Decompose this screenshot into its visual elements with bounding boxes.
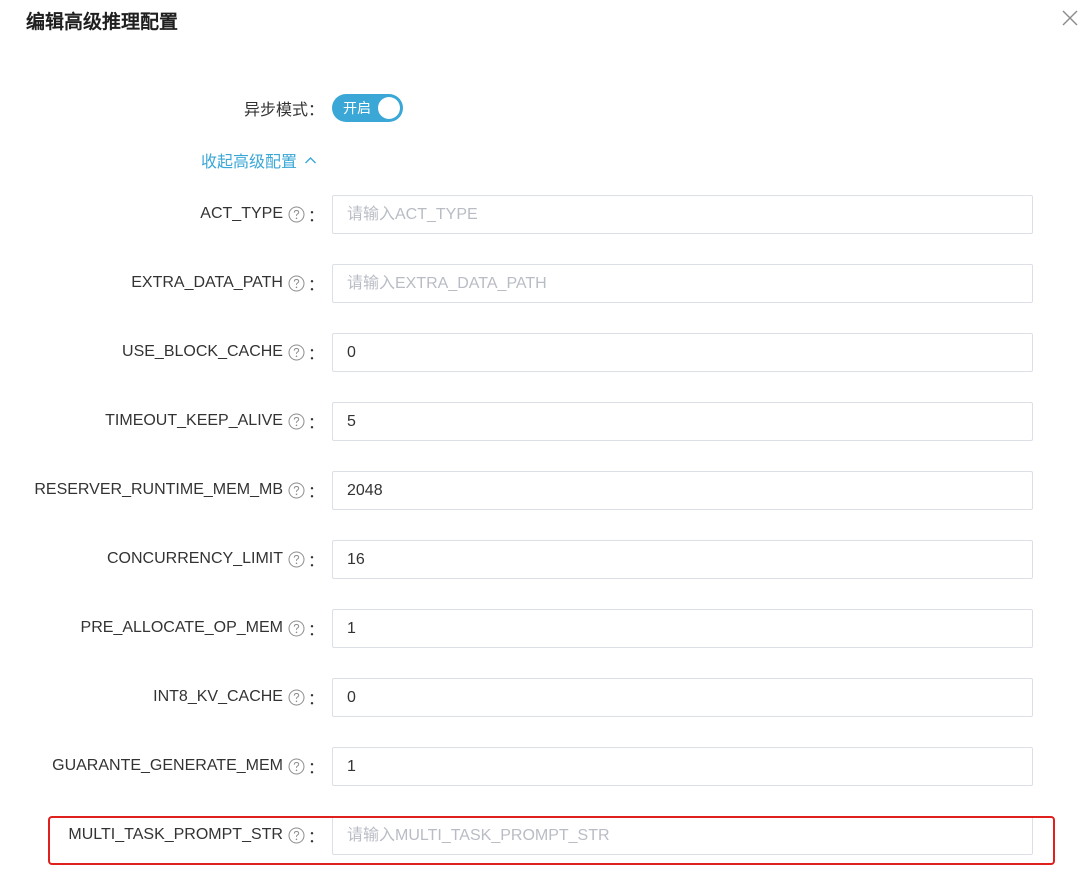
int8-kv-cache-input[interactable] [332, 678, 1033, 717]
reserver-runtime-mem-mb-input[interactable] [332, 471, 1033, 510]
config-field-label-concurrency-limit: CONCURRENCY_LIMIT [106, 550, 283, 567]
config-field-colon: ： [307, 622, 324, 639]
advanced-inference-config-dialog: 编辑高级推理配置 异步模式 ： 开启 收起高级配置 ACT_TYPE ： 请输入… [0, 0, 1080, 883]
help-circle-icon[interactable] [288, 413, 305, 430]
config-field-label-act-type: ACT_TYPE [200, 205, 283, 222]
config-field-label-multi-task-prompt-str: MULTI_TASK_PROMPT_STR [68, 826, 283, 843]
config-field-label-wrap: MULTI_TASK_PROMPT_STR ： [68, 816, 324, 854]
act-type-input[interactable] [332, 195, 1033, 234]
help-circle-icon[interactable] [288, 275, 305, 292]
dialog-title: 编辑高级推理配置 [26, 12, 179, 33]
collapse-advanced-link[interactable]: 收起高级配置 [201, 148, 317, 172]
config-field-colon: ： [307, 346, 324, 363]
config-field-colon: ： [307, 829, 324, 846]
timeout-keep-alive-input[interactable] [332, 402, 1033, 441]
config-field-label-timeout-keep-alive: TIMEOUT_KEEP_ALIVE [105, 412, 283, 429]
config-field-label-wrap: GUARANTE_GENERATE_MEM ： [52, 747, 324, 785]
config-field-label-wrap: USE_BLOCK_CACHE ： [122, 333, 324, 371]
config-field-label-wrap: EXTRA_DATA_PATH ： [131, 264, 324, 302]
config-field-label-extra-data-path: EXTRA_DATA_PATH [131, 274, 283, 291]
config-field-label-wrap: RESERVER_RUNTIME_MEM_MB ： [34, 471, 324, 509]
close-icon[interactable] [1060, 8, 1080, 28]
collapse-advanced-label: 收起高级配置 [201, 154, 298, 171]
config-field-label-wrap: TIMEOUT_KEEP_ALIVE ： [105, 402, 324, 440]
config-field-colon: ： [307, 691, 324, 708]
config-field-colon: ： [307, 277, 324, 294]
toggle-knob [378, 97, 400, 119]
async-mode-label-wrap: 异步模式 ： [244, 89, 324, 127]
use-block-cache-input[interactable] [332, 333, 1033, 372]
help-circle-icon[interactable] [288, 620, 305, 637]
config-field-label-int8-kv-cache: INT8_KV_CACHE [153, 688, 283, 705]
async-mode-colon: ： [307, 102, 324, 119]
config-field-colon: ： [307, 415, 324, 432]
config-field-label-wrap: ACT_TYPE ： [200, 195, 324, 233]
config-field-label-pre-allocate-op-mem: PRE_ALLOCATE_OP_MEM [80, 619, 283, 636]
async-mode-toggle-text: 开启 [343, 100, 371, 116]
multi-task-prompt-str-input[interactable] [332, 816, 1033, 855]
pre-allocate-op-mem-input[interactable] [332, 609, 1033, 648]
config-field-colon: ： [307, 484, 324, 501]
help-circle-icon[interactable] [288, 206, 305, 223]
config-field-label-wrap: PRE_ALLOCATE_OP_MEM ： [81, 609, 324, 647]
help-circle-icon[interactable] [288, 827, 305, 844]
config-field-label-guarante-generate-mem: GUARANTE_GENERATE_MEM [52, 757, 283, 774]
config-field-label-wrap: CONCURRENCY_LIMIT ： [107, 540, 324, 578]
chevron-up-icon [305, 156, 317, 163]
help-circle-icon[interactable] [288, 758, 305, 775]
help-circle-icon[interactable] [288, 482, 305, 499]
config-field-colon: ： [307, 208, 324, 225]
help-circle-icon[interactable] [288, 689, 305, 706]
extra-data-path-input[interactable] [332, 264, 1033, 303]
help-circle-icon[interactable] [288, 344, 305, 361]
async-mode-label: 异步模式 [243, 102, 308, 119]
async-mode-toggle[interactable]: 开启 [332, 94, 403, 122]
guarante-generate-mem-input[interactable] [332, 747, 1033, 786]
help-circle-icon[interactable] [288, 551, 305, 568]
config-field-colon: ： [307, 760, 324, 777]
config-field-colon: ： [307, 553, 324, 570]
config-field-label-use-block-cache: USE_BLOCK_CACHE [122, 343, 283, 360]
config-field-label-reserver-runtime-mem-mb: RESERVER_RUNTIME_MEM_MB [34, 481, 283, 498]
concurrency-limit-input[interactable] [332, 540, 1033, 579]
config-field-label-wrap: INT8_KV_CACHE ： [153, 678, 324, 716]
